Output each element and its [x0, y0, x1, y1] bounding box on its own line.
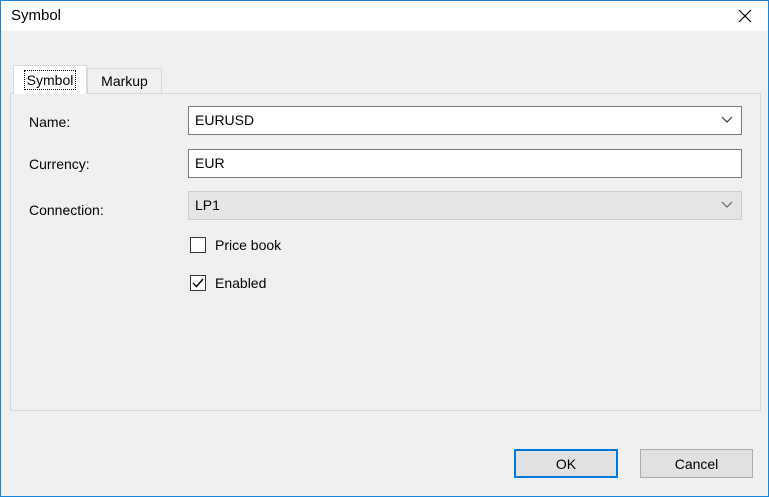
price-book-checkbox-row[interactable]: Price book — [190, 237, 281, 253]
tab-markup[interactable]: Markup — [87, 68, 162, 93]
currency-field[interactable]: EUR — [188, 149, 742, 178]
title-bar: Symbol — [1, 1, 768, 31]
enabled-checkbox[interactable] — [190, 275, 206, 291]
connection-label: Connection: — [29, 202, 104, 218]
tab-symbol[interactable]: Symbol — [13, 65, 87, 94]
price-book-checkbox[interactable] — [190, 237, 206, 253]
symbol-dialog: Symbol Symbol Markup Name: EURUSD Curren… — [0, 0, 769, 497]
name-label: Name: — [29, 114, 71, 130]
connection-value: LP1 — [195, 197, 220, 213]
tab-symbol-label: Symbol — [23, 70, 77, 90]
currency-value: EUR — [195, 155, 225, 171]
chevron-down-icon — [721, 116, 733, 123]
name-value: EURUSD — [195, 112, 255, 128]
enabled-checkbox-row[interactable]: Enabled — [190, 275, 266, 291]
cancel-button-label: Cancel — [674, 455, 719, 472]
close-button[interactable] — [722, 1, 768, 31]
ok-button[interactable]: OK — [514, 449, 618, 478]
price-book-label: Price book — [215, 237, 282, 253]
tab-strip: Symbol Markup — [10, 63, 761, 94]
checkmark-icon — [192, 278, 204, 288]
window-title: Symbol — [11, 7, 62, 24]
cancel-button[interactable]: Cancel — [640, 449, 753, 478]
tab-markup-label: Markup — [101, 73, 148, 89]
ok-button-label: OK — [555, 455, 577, 472]
enabled-label: Enabled — [215, 275, 267, 291]
connection-combobox[interactable]: LP1 — [188, 191, 742, 220]
currency-label: Currency: — [29, 156, 90, 172]
close-icon — [738, 9, 752, 23]
chevron-down-icon — [721, 201, 733, 208]
name-combobox[interactable]: EURUSD — [188, 106, 742, 135]
tab-panel-symbol: Name: EURUSD Currency: EUR Connection: L… — [10, 93, 761, 411]
